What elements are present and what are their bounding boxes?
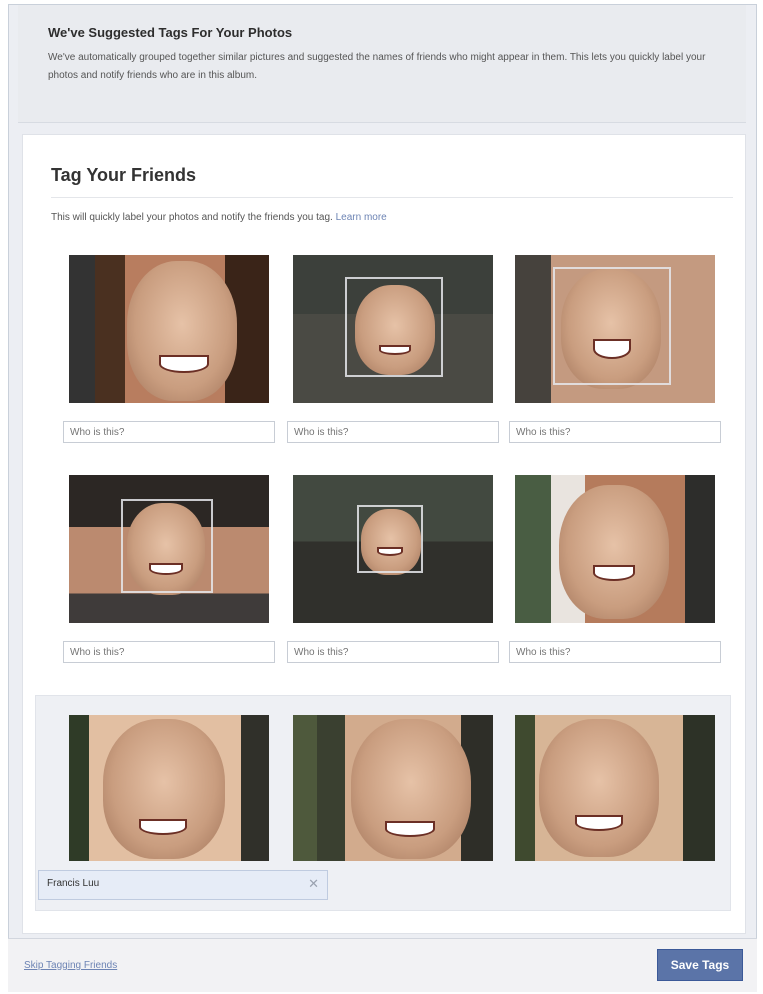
photo-5[interactable] [293,475,493,623]
smile-6 [593,565,635,581]
group-face-1 [103,719,225,859]
who-input-6[interactable] [509,641,721,663]
tag-name-value: Francis Luu [47,878,100,889]
group-face-2 [351,719,471,859]
tag-friends-card: Tag Your Friends This will quickly label… [22,134,746,934]
who-input-3[interactable] [509,421,721,443]
card-subtitle-text: This will quickly label your photos and … [51,212,333,223]
who-input-1[interactable] [63,421,275,443]
smile-4 [149,563,183,575]
learn-more-link[interactable]: Learn more [336,212,387,223]
who-input-5[interactable] [287,641,499,663]
who-input-4[interactable] [63,641,275,663]
save-tags-button[interactable]: Save Tags [657,949,743,981]
face-6 [559,485,669,619]
group-photo-3[interactable] [515,715,715,861]
photo-3[interactable] [515,255,715,403]
card-subtitle: This will quickly label your photos and … [51,212,387,223]
group-smile-2 [385,821,435,837]
face-box-5 [357,505,423,573]
smile-5 [377,547,403,556]
tag-name-field[interactable]: Francis Luu ✕ [38,870,328,900]
banner-title: We've Suggested Tags For Your Photos [48,25,293,40]
smile-1 [159,355,209,373]
suggestion-banner: We've Suggested Tags For Your Photos We'… [18,5,746,123]
title-divider [51,197,733,198]
skip-tagging-link[interactable]: Skip Tagging Friends [24,960,117,971]
who-input-2[interactable] [287,421,499,443]
group-photo-1[interactable] [69,715,269,861]
face-box-2 [345,277,443,377]
card-title: Tag Your Friends [51,165,197,185]
dialog-footer: Skip Tagging Friends Save Tags [8,938,757,992]
photo-4[interactable] [69,475,269,623]
face-1 [127,261,237,401]
photo-2[interactable] [293,255,493,403]
face-box-4 [121,499,213,593]
smile-3 [593,339,631,359]
smile-2 [379,345,411,355]
group-photo-2[interactable] [293,715,493,861]
close-icon[interactable]: ✕ [308,876,319,892]
group-smile-3 [575,815,623,831]
face-box-3 [553,267,671,385]
group-smile-1 [139,819,187,835]
group-face-3 [539,719,659,857]
photo-6[interactable] [515,475,715,623]
banner-text: We've automatically grouped together sim… [48,52,706,81]
photo-1[interactable] [69,255,269,403]
